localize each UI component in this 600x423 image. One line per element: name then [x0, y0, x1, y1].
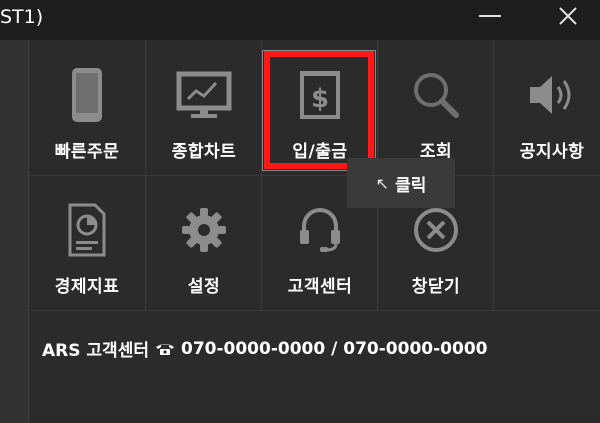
menu-label: 고객센터	[287, 277, 353, 297]
monitor-chart-icon	[169, 65, 239, 125]
svg-text:$: $	[311, 84, 329, 114]
smartphone-icon	[52, 65, 122, 125]
dollar-receipt-icon: $	[285, 65, 355, 125]
menu-inquiry[interactable]: 조회	[378, 45, 494, 175]
headset-icon	[285, 200, 355, 260]
menu-quick-order[interactable]: 빠른주문	[29, 45, 145, 175]
cursor-arrow-icon: ↖	[375, 173, 390, 193]
menu-settings[interactable]: 설정	[146, 180, 262, 310]
grid-divider	[29, 310, 600, 311]
close-circle-icon	[401, 200, 471, 260]
gear-icon	[169, 200, 239, 260]
menu-chart[interactable]: 종합차트	[146, 45, 262, 175]
menu-label: 경제지표	[54, 277, 120, 297]
title-bar: ST1)	[0, 0, 600, 40]
speaker-icon	[517, 65, 587, 125]
magnifier-icon	[401, 65, 471, 125]
ars-label: ARS 고객센터	[42, 341, 149, 361]
window-title: ST1)	[0, 6, 44, 28]
menu-label: 종합차트	[171, 142, 237, 162]
click-tooltip: ↖ 클릭	[347, 158, 455, 208]
minimize-icon	[479, 15, 501, 17]
menu-label: 빠른주문	[54, 142, 120, 162]
menu-label: 입/출금	[292, 142, 348, 162]
tooltip-text: 클릭	[395, 175, 427, 196]
ars-phone-numbers: 070-0000-0000 / 070-0000-0000	[180, 338, 488, 359]
close-icon	[559, 7, 577, 25]
menu-notice[interactable]: 공지사항	[494, 45, 600, 175]
menu-deposit-withdraw[interactable]: $ 입/출금	[262, 45, 378, 175]
telephone-icon	[155, 342, 175, 356]
grid-divider	[29, 175, 600, 176]
menu-economic-indicators[interactable]: 경제지표	[29, 180, 145, 310]
report-chart-icon	[52, 200, 122, 260]
menu-label: 설정	[187, 277, 221, 297]
side-strip	[0, 40, 29, 423]
menu-label: 공지사항	[519, 142, 585, 162]
minimize-button[interactable]	[468, 0, 512, 32]
close-window-button[interactable]	[546, 0, 590, 32]
ars-contact: ARS 고객센터 070-0000-0000 / 070-0000-0000	[42, 336, 488, 362]
menu-label: 창닫기	[411, 277, 461, 297]
